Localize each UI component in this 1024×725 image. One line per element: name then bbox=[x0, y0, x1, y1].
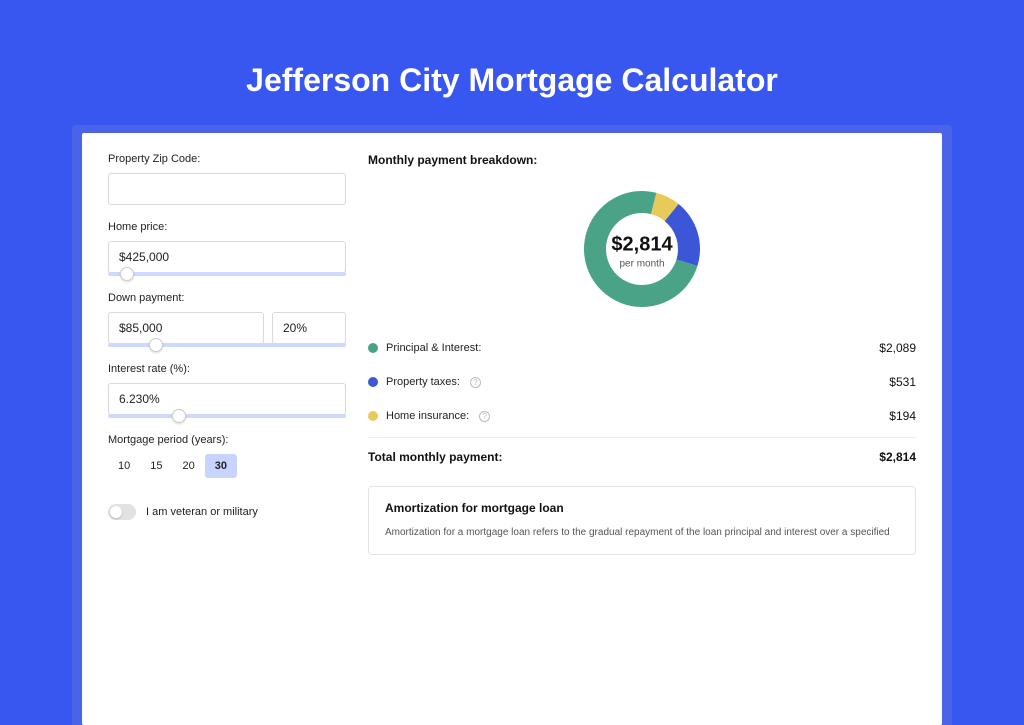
breakdown-title: Monthly payment breakdown: bbox=[368, 153, 916, 167]
legend-row: Principal & Interest: $2,089 bbox=[368, 331, 916, 365]
total-label: Total monthly payment: bbox=[368, 450, 502, 464]
zip-label: Property Zip Code: bbox=[108, 153, 346, 165]
amortization-title: Amortization for mortgage loan bbox=[385, 501, 899, 515]
period-tab-10[interactable]: 10 bbox=[108, 454, 140, 478]
total-value: $2,814 bbox=[879, 450, 916, 464]
page-title: Jefferson City Mortgage Calculator bbox=[0, 0, 1024, 125]
legend-value: $2,089 bbox=[879, 341, 916, 355]
donut-center: $2,814 per month bbox=[611, 233, 672, 269]
price-slider-thumb[interactable] bbox=[120, 267, 134, 281]
legend-row: Property taxes:? $531 bbox=[368, 365, 916, 399]
veteran-label: I am veteran or military bbox=[146, 506, 258, 518]
breakdown-column: Monthly payment breakdown: $2,814 per mo… bbox=[368, 153, 916, 705]
donut-chart: $2,814 per month bbox=[368, 179, 916, 331]
legend-dot bbox=[368, 411, 378, 421]
period-tab-15[interactable]: 15 bbox=[140, 454, 172, 478]
down-slider[interactable] bbox=[108, 343, 346, 347]
legend-label: Principal & Interest: bbox=[386, 342, 481, 354]
veteran-row: I am veteran or military bbox=[108, 504, 346, 520]
donut-sub: per month bbox=[611, 258, 672, 269]
legend: Principal & Interest: $2,089 Property taxe… bbox=[368, 331, 916, 433]
period-label: Mortgage period (years): bbox=[108, 434, 346, 446]
total-row: Total monthly payment: $2,814 bbox=[368, 437, 916, 468]
down-amount-input[interactable] bbox=[108, 312, 264, 344]
period-tab-20[interactable]: 20 bbox=[173, 454, 205, 478]
rate-slider[interactable] bbox=[108, 414, 346, 418]
period-tab-30[interactable]: 30 bbox=[205, 454, 237, 478]
donut-amount: $2,814 bbox=[611, 233, 672, 256]
rate-slider-thumb[interactable] bbox=[172, 409, 186, 423]
price-label: Home price: bbox=[108, 221, 346, 233]
calculator-outer-card: Property Zip Code: Home price: Down paym… bbox=[72, 125, 952, 725]
calculator-card: Property Zip Code: Home price: Down paym… bbox=[82, 133, 942, 725]
rate-input[interactable] bbox=[108, 383, 346, 415]
info-icon[interactable]: ? bbox=[470, 377, 481, 388]
legend-dot bbox=[368, 377, 378, 387]
legend-value: $194 bbox=[889, 409, 916, 423]
form-column: Property Zip Code: Home price: Down paym… bbox=[108, 153, 346, 705]
veteran-toggle[interactable] bbox=[108, 504, 136, 520]
legend-dot bbox=[368, 343, 378, 353]
legend-row: Home insurance:? $194 bbox=[368, 399, 916, 433]
legend-label: Property taxes: bbox=[386, 376, 460, 388]
amortization-card: Amortization for mortgage loan Amortizat… bbox=[368, 486, 916, 555]
legend-label: Home insurance: bbox=[386, 410, 469, 422]
price-slider[interactable] bbox=[108, 272, 346, 276]
info-icon[interactable]: ? bbox=[479, 411, 490, 422]
down-label: Down payment: bbox=[108, 292, 346, 304]
down-percent-input[interactable] bbox=[272, 312, 346, 344]
rate-label: Interest rate (%): bbox=[108, 363, 346, 375]
legend-value: $531 bbox=[889, 375, 916, 389]
price-input[interactable] bbox=[108, 241, 346, 273]
down-slider-thumb[interactable] bbox=[149, 338, 163, 352]
period-tabs: 10152030 bbox=[108, 454, 346, 478]
zip-input[interactable] bbox=[108, 173, 346, 205]
amortization-body: Amortization for a mortgage loan refers … bbox=[385, 525, 899, 540]
